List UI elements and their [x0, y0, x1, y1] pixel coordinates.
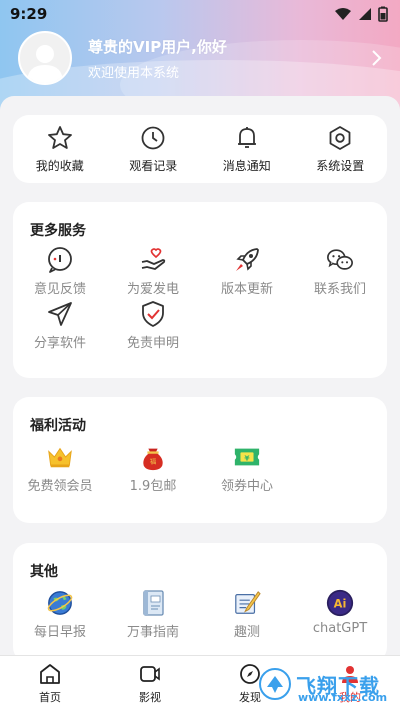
- globe-icon: [47, 591, 73, 615]
- welfare-shipping[interactable]: 福 1.9包邮: [106, 443, 200, 494]
- tab-home[interactable]: 首页: [0, 656, 100, 711]
- tab-video[interactable]: 影视: [100, 656, 200, 711]
- crown-icon: [48, 447, 72, 468]
- other-daily-news[interactable]: 每日早报: [13, 589, 107, 640]
- quick-history[interactable]: 观看记录: [107, 115, 201, 183]
- quick-label: 观看记录: [129, 158, 178, 173]
- other-card: 其他 每日早报 万事指南 趣测 Ai chatGPT: [13, 543, 387, 663]
- quick-favorites[interactable]: 我的收藏: [13, 115, 107, 183]
- avatar[interactable]: [18, 31, 72, 85]
- tab-label: 发现: [239, 691, 261, 704]
- quiz-icon: [235, 591, 261, 614]
- tab-label: 首页: [39, 691, 61, 704]
- other-label: 每日早报: [33, 625, 86, 640]
- clock-icon: [141, 126, 165, 149]
- profile-icon: [342, 666, 358, 683]
- profile-header[interactable]: 尊贵的VIP用户,你好 欢迎使用本系统: [18, 31, 386, 85]
- chevron-right-icon[interactable]: [366, 48, 386, 68]
- other-label: 趣测: [233, 625, 260, 640]
- battery-icon: [378, 6, 388, 22]
- shield-check-icon: [142, 301, 164, 327]
- more-services-card: 更多服务 意见反馈 为爱发电 版本更新 联系我们 分享软件 免责申明: [13, 202, 387, 378]
- service-donate[interactable]: 为爱发电: [106, 246, 200, 297]
- welfare-card: 福利活动 免费领会员 福 1.9包邮 ¥ 领券中心: [13, 397, 387, 523]
- profile-subtitle: 欢迎使用本系统: [88, 65, 180, 81]
- section-title: 福利活动: [30, 418, 86, 434]
- status-bar: 9:29: [0, 0, 400, 28]
- discover-icon: [240, 664, 260, 684]
- tab-profile[interactable]: 我的: [300, 656, 400, 711]
- home-icon: [40, 664, 60, 684]
- heart-hand-icon: [141, 248, 166, 270]
- ai-icon: Ai: [326, 589, 354, 617]
- svg-text:福: 福: [150, 457, 157, 466]
- tab-label: 影视: [139, 691, 161, 704]
- signal-icon: [359, 8, 371, 20]
- default-avatar-icon: [27, 45, 63, 83]
- service-label: 联系我们: [313, 282, 366, 297]
- rocket-icon: [236, 248, 259, 271]
- svg-text:¥: ¥: [244, 453, 250, 462]
- quick-label: 系统设置: [316, 158, 365, 173]
- bell-icon: [237, 126, 256, 148]
- other-label: 万事指南: [126, 625, 179, 640]
- gear-icon: [329, 125, 351, 150]
- svg-text:Ai: Ai: [334, 596, 347, 610]
- video-icon: [140, 666, 160, 682]
- coupon-icon: ¥: [234, 448, 260, 466]
- service-label: 版本更新: [220, 282, 273, 297]
- welfare-label: 1.9包邮: [129, 479, 177, 494]
- welfare-vip[interactable]: 免费领会员: [13, 443, 107, 494]
- bottom-tab-bar: 首页 影视 发现 我的: [0, 655, 400, 711]
- quick-notifications[interactable]: 消息通知: [200, 115, 294, 183]
- status-time: 9:29: [10, 5, 48, 23]
- quick-actions-card: 我的收藏 观看记录 消息通知 系统设置: [13, 115, 387, 183]
- quick-settings[interactable]: 系统设置: [294, 115, 388, 183]
- quick-label: 我的收藏: [35, 158, 84, 173]
- service-label: 为爱发电: [126, 282, 179, 297]
- feedback-icon: [48, 247, 72, 273]
- service-label: 分享软件: [33, 336, 86, 351]
- other-chatgpt[interactable]: Ai chatGPT: [293, 589, 387, 636]
- tab-label: 我的: [339, 691, 361, 704]
- section-title: 其他: [30, 564, 58, 580]
- wifi-icon: [335, 8, 351, 20]
- service-contact[interactable]: 联系我们: [293, 246, 387, 297]
- service-disclaimer[interactable]: 免责申明: [106, 300, 200, 351]
- section-title: 更多服务: [30, 223, 86, 239]
- other-quiz[interactable]: 趣测: [200, 589, 294, 640]
- paper-plane-icon: [48, 302, 72, 326]
- other-label: chatGPT: [312, 621, 368, 636]
- tab-discover[interactable]: 发现: [200, 656, 300, 711]
- service-label: 意见反馈: [33, 282, 86, 297]
- welfare-label: 领券中心: [220, 479, 273, 494]
- welfare-label: 免费领会员: [27, 479, 93, 494]
- book-icon: [143, 590, 164, 616]
- service-share[interactable]: 分享软件: [13, 300, 107, 351]
- quick-label: 消息通知: [222, 158, 271, 173]
- service-update[interactable]: 版本更新: [200, 246, 294, 297]
- lucky-bag-icon: 福: [143, 448, 163, 471]
- service-feedback[interactable]: 意见反馈: [13, 246, 107, 297]
- other-guide[interactable]: 万事指南: [106, 589, 200, 640]
- wechat-icon: [327, 249, 353, 270]
- welfare-coupons[interactable]: ¥ 领券中心: [200, 443, 294, 494]
- service-label: 免责申明: [126, 336, 179, 351]
- profile-greeting: 尊贵的VIP用户,你好: [88, 37, 227, 56]
- star-icon: [47, 125, 72, 149]
